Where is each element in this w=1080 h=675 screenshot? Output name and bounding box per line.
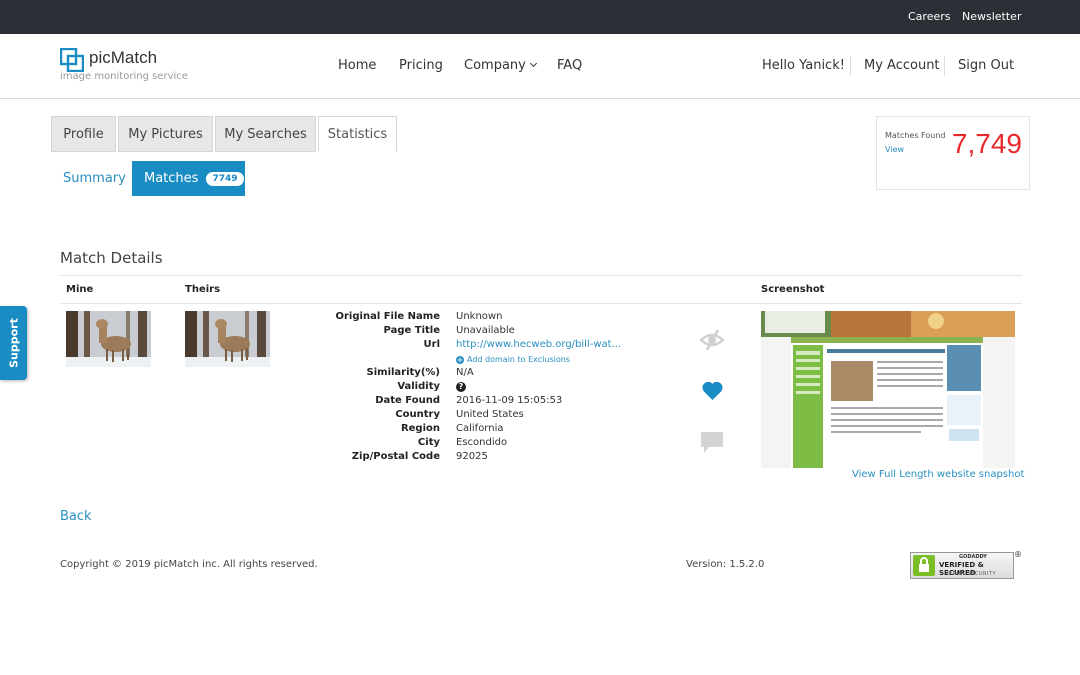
user-greeting[interactable]: Hello Yanick! bbox=[762, 58, 845, 73]
detail-value: Escondido bbox=[456, 437, 508, 448]
subtab-summary[interactable]: Summary bbox=[63, 171, 126, 186]
support-tab[interactable]: Support bbox=[0, 306, 27, 380]
detail-row-original-file-name: Original File Name Unknown bbox=[260, 311, 700, 325]
careers-link[interactable]: Careers bbox=[908, 10, 951, 23]
nav-company-label: Company bbox=[464, 58, 526, 73]
theirs-image-thumbnail[interactable] bbox=[185, 311, 270, 367]
divider bbox=[60, 303, 1022, 304]
lock-icon bbox=[913, 555, 935, 576]
registered-mark: ® bbox=[1014, 550, 1022, 559]
brand-tagline: image monitoring service bbox=[60, 71, 188, 82]
nav-pricing[interactable]: Pricing bbox=[399, 58, 443, 73]
seal-brand: GODADDY bbox=[959, 554, 987, 560]
tab-my-pictures[interactable]: My Pictures bbox=[118, 116, 213, 152]
add-domain-exclusion-link[interactable]: + Add domain to Exclusions bbox=[456, 355, 570, 364]
detail-row-region: Region California bbox=[260, 423, 700, 437]
detail-value: Unavailable bbox=[456, 325, 515, 336]
detail-label: Page Title bbox=[383, 325, 440, 336]
divider bbox=[944, 56, 945, 76]
detail-row-country: Country United States bbox=[260, 409, 700, 423]
match-details-title: Match Details bbox=[60, 249, 163, 267]
detail-label: City bbox=[417, 437, 440, 448]
detail-row-url: Url http://www.hecweb.org/bill-wat... bbox=[260, 339, 700, 353]
mine-image-thumbnail[interactable] bbox=[66, 311, 151, 367]
divider bbox=[60, 275, 1022, 276]
chevron-down-icon bbox=[529, 59, 537, 68]
nav-company[interactable]: Company bbox=[464, 58, 537, 73]
detail-label: Date Found bbox=[375, 395, 440, 406]
support-label: Support bbox=[7, 318, 20, 368]
detail-row-page-title: Page Title Unavailable bbox=[260, 325, 700, 339]
validity-help[interactable]: ? bbox=[456, 381, 466, 392]
newsletter-link[interactable]: Newsletter bbox=[962, 10, 1021, 23]
detail-row-city: City Escondido bbox=[260, 437, 700, 451]
tab-profile[interactable]: Profile bbox=[51, 116, 116, 152]
seal-box: GODADDY VERIFIED & SECURED VERIFY SECURI… bbox=[910, 552, 1014, 579]
sign-out-link[interactable]: Sign Out bbox=[958, 58, 1014, 73]
detail-row-similarity: Similarity(%) N/A bbox=[260, 367, 700, 381]
detail-label: Zip/Postal Code bbox=[351, 451, 440, 462]
detail-value: N/A bbox=[456, 367, 474, 378]
brand-name[interactable]: picMatch bbox=[89, 48, 157, 68]
hide-icon[interactable] bbox=[699, 328, 725, 352]
detail-label: Original File Name bbox=[335, 311, 441, 322]
copyright-text: Copyright © 2019 picMatch inc. All right… bbox=[60, 559, 318, 570]
detail-value: United States bbox=[456, 409, 524, 420]
detail-label: Region bbox=[400, 423, 440, 434]
detail-label: Url bbox=[423, 339, 440, 350]
nav-home[interactable]: Home bbox=[338, 58, 376, 73]
column-header-screenshot: Screenshot bbox=[761, 284, 825, 295]
tab-statistics[interactable]: Statistics bbox=[318, 116, 397, 152]
detail-value: California bbox=[456, 423, 504, 434]
column-header-theirs: Theirs bbox=[185, 284, 221, 295]
matches-found-card: Matches Found View 7,749 bbox=[876, 116, 1030, 190]
nav-faq[interactable]: FAQ bbox=[557, 58, 582, 73]
godaddy-seal[interactable]: GODADDY VERIFIED & SECURED VERIFY SECURI… bbox=[910, 550, 1022, 580]
subtab-matches[interactable]: Matches 7749 bbox=[132, 161, 245, 196]
matches-count-badge: 7749 bbox=[206, 171, 244, 186]
seal-sub-text: VERIFY SECURITY bbox=[945, 571, 997, 577]
logo-icon[interactable] bbox=[60, 48, 84, 72]
plus-circle-icon: + bbox=[456, 355, 464, 364]
heart-icon[interactable] bbox=[701, 380, 724, 401]
detail-label: Country bbox=[395, 409, 440, 420]
comment-icon[interactable] bbox=[700, 431, 724, 454]
detail-row-validity: Validity ? bbox=[260, 381, 700, 395]
detail-label: Similarity(%) bbox=[366, 367, 440, 378]
version-text: Version: 1.5.2.0 bbox=[686, 559, 765, 570]
detail-value: Unknown bbox=[456, 311, 503, 322]
my-account-link[interactable]: My Account bbox=[864, 58, 940, 73]
divider bbox=[850, 56, 851, 76]
column-header-mine: Mine bbox=[66, 284, 94, 295]
detail-row-date-found: Date Found 2016-11-09 15:05:53 bbox=[260, 395, 700, 409]
detail-value: 92025 bbox=[456, 451, 488, 462]
top-bar: Careers Newsletter bbox=[0, 0, 1080, 34]
site-header: picMatch image monitoring service Home P… bbox=[0, 34, 1080, 99]
matches-found-label: Matches Found bbox=[885, 131, 946, 140]
full-snapshot-link[interactable]: View Full Length website snapshot bbox=[852, 469, 1024, 480]
detail-value: 2016-11-09 15:05:53 bbox=[456, 395, 563, 406]
detail-row-zip: Zip/Postal Code 92025 bbox=[260, 451, 700, 465]
tab-my-searches[interactable]: My Searches bbox=[215, 116, 316, 152]
subtab-matches-label: Matches bbox=[144, 171, 199, 186]
matches-found-count: 7,749 bbox=[951, 128, 1022, 159]
help-icon[interactable]: ? bbox=[456, 382, 466, 392]
detail-label: Validity bbox=[397, 381, 440, 392]
website-screenshot[interactable] bbox=[761, 311, 1015, 468]
match-url-link[interactable]: http://www.hecweb.org/bill-wat... bbox=[456, 339, 621, 350]
matches-found-view-link[interactable]: View bbox=[885, 145, 904, 154]
back-link[interactable]: Back bbox=[60, 509, 92, 524]
add-domain-label: Add domain to Exclusions bbox=[467, 355, 570, 364]
